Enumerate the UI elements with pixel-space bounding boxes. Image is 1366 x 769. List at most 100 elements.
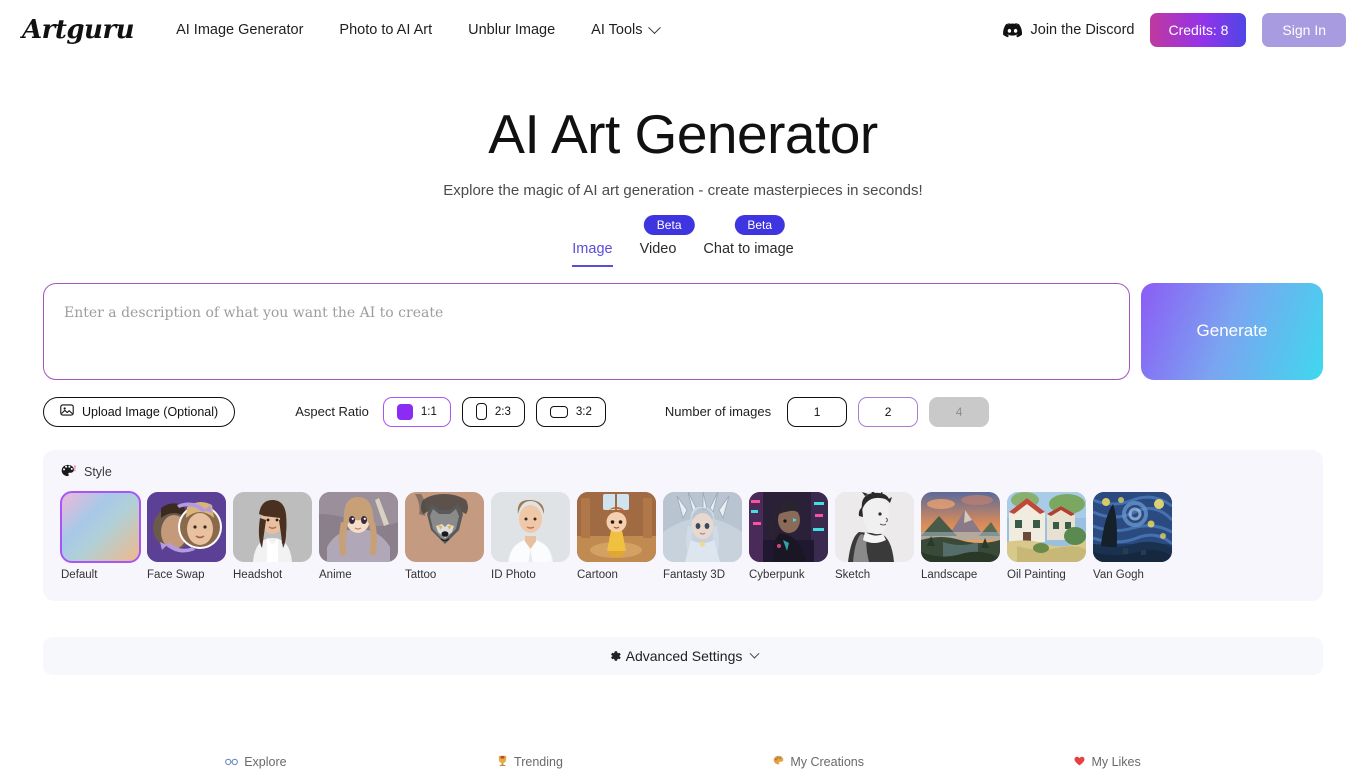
glasses-icon: [225, 755, 239, 769]
style-item-anime[interactable]: Anime: [319, 491, 398, 584]
portrait-icon: [475, 403, 487, 421]
style-item-label: Face Swap: [147, 568, 205, 581]
style-item-label: Anime: [319, 568, 352, 581]
square-icon: [396, 403, 413, 420]
sign-in-button[interactable]: Sign In: [1262, 13, 1346, 47]
page-title: AI Art Generator: [488, 103, 878, 165]
tab-label: Image: [572, 240, 613, 257]
style-item-van-gogh[interactable]: Van Gogh: [1093, 491, 1172, 584]
advanced-settings-toggle[interactable]: Advanced Settings: [43, 637, 1323, 676]
nav-item-ai-tools[interactable]: AI Tools: [591, 20, 661, 38]
style-thumbnail: [663, 491, 742, 562]
palette-icon: [61, 464, 76, 481]
tab-video[interactable]: Beta Video: [640, 214, 695, 267]
nav-item-ai-image-generator[interactable]: AI Image Generator: [176, 22, 303, 38]
style-item-label: Van Gogh: [1093, 568, 1144, 581]
style-thumbnail: [921, 491, 1000, 562]
style-thumbnail: [319, 491, 398, 562]
nav-label: Photo to AI Art: [339, 22, 433, 38]
number-of-images-label: Number of images: [664, 404, 772, 420]
image-upload-icon: [60, 403, 74, 420]
style-thumbnail: [835, 491, 914, 562]
nav-label: AI Tools: [591, 22, 643, 38]
image-count-4: 4: [929, 396, 990, 427]
image-count-1[interactable]: 1: [787, 396, 848, 427]
style-item-landscape[interactable]: Landscape: [921, 491, 1000, 584]
style-thumbnail: [577, 491, 656, 562]
bottom-nav-explore[interactable]: Explore: [225, 755, 287, 769]
style-item-id-photo[interactable]: ID Photo: [491, 491, 570, 584]
prompt-input[interactable]: [43, 282, 1130, 380]
style-panel: Style Default Face Swap Headshot Anime T…: [43, 449, 1323, 602]
join-discord-link[interactable]: Join the Discord: [1002, 22, 1135, 38]
style-item-label: Headshot: [233, 568, 283, 581]
advanced-settings-label: Advanced Settings: [625, 648, 743, 665]
hero-section: AI Art Generator Explore the magic of AI…: [0, 60, 1366, 199]
bottom-nav-label: Trending: [514, 755, 563, 769]
ratio-label: 1:1: [420, 405, 437, 418]
style-item-label: Cartoon: [577, 568, 618, 581]
ratio-label: 2:3: [494, 405, 511, 418]
style-item-cyberpunk[interactable]: Cyberpunk: [749, 491, 828, 584]
style-item-default[interactable]: Default: [60, 490, 141, 584]
style-thumbnail: [147, 491, 226, 562]
discord-icon: [1002, 22, 1022, 38]
aspect-ratio-2-3[interactable]: 2:3: [461, 396, 525, 427]
style-item-label: Fantasty 3D: [663, 568, 725, 581]
style-header: Style: [61, 464, 1305, 481]
heart-icon: [1074, 755, 1085, 769]
prompt-row: Generate: [0, 282, 1366, 380]
style-item-label: Sketch: [835, 568, 871, 581]
bottom-navigation: Explore Trending My Creations My Likes: [0, 755, 1366, 769]
tab-image[interactable]: Image: [572, 240, 613, 267]
style-item-label: Cyberpunk: [749, 568, 805, 581]
style-item-fantasty-3d[interactable]: Fantasty 3D: [663, 491, 742, 584]
aspect-ratio-group: 1:1 2:3 3:2: [382, 396, 606, 427]
chevron-down-icon: [749, 648, 760, 659]
image-count-2[interactable]: 2: [858, 396, 919, 427]
header-actions: Join the Discord Credits: 8 Sign In: [1002, 13, 1346, 47]
generate-button[interactable]: Generate: [1141, 282, 1323, 380]
tab-chat-to-image[interactable]: Beta Chat to image: [703, 214, 794, 267]
bottom-nav-my-likes[interactable]: My Likes: [1074, 755, 1141, 769]
top-header: Artguru AI Image Generator Photo to AI A…: [0, 0, 1366, 60]
bottom-nav-label: Explore: [244, 755, 287, 769]
style-item-headshot[interactable]: Headshot: [233, 491, 312, 584]
upload-label: Upload Image (Optional): [82, 404, 219, 419]
nav-item-unblur-image[interactable]: Unblur Image: [468, 22, 555, 38]
style-item-cartoon[interactable]: Cartoon: [577, 491, 656, 584]
credits-button[interactable]: Credits: 8: [1150, 13, 1247, 47]
aspect-ratio-label: Aspect Ratio: [295, 404, 369, 420]
mode-tabs: Image Beta Video Beta Chat to image: [0, 209, 1366, 267]
aspect-ratio-1-1[interactable]: 1:1: [382, 396, 451, 427]
trophy-icon: [497, 755, 508, 769]
style-item-sketch[interactable]: Sketch: [835, 491, 914, 584]
upload-image-button[interactable]: Upload Image (Optional): [43, 396, 236, 427]
style-item-face-swap[interactable]: Face Swap: [147, 491, 226, 584]
style-thumbnail: [233, 491, 312, 562]
main-navigation: AI Image Generator Photo to AI Art Unblu…: [176, 20, 661, 38]
nav-item-photo-to-ai-art[interactable]: Photo to AI Art: [339, 22, 432, 38]
bottom-nav-my-creations[interactable]: My Creations: [773, 755, 864, 769]
nav-label: AI Image Generator: [176, 22, 304, 38]
style-thumbnail: [60, 490, 141, 563]
style-item-label: ID Photo: [491, 568, 536, 581]
palette-icon: [773, 755, 784, 769]
style-thumbnail: [405, 491, 484, 562]
controls-row: Upload Image (Optional) Aspect Ratio 1:1…: [0, 396, 1366, 428]
style-label: Style: [84, 465, 112, 480]
landscape-icon: [549, 405, 568, 418]
style-item-oil-painting[interactable]: Oil Painting: [1007, 491, 1086, 584]
style-list: Default Face Swap Headshot Anime Tattoo …: [60, 490, 1305, 584]
style-item-tattoo[interactable]: Tattoo: [405, 491, 484, 584]
style-item-label: Oil Painting: [1007, 568, 1066, 581]
discord-label: Join the Discord: [1030, 22, 1135, 38]
bottom-nav-label: My Likes: [1091, 755, 1141, 769]
gear-icon: [608, 649, 622, 663]
brand-logo[interactable]: Artguru: [22, 15, 135, 45]
nav-label: Unblur Image: [468, 22, 556, 38]
bottom-nav-trending[interactable]: Trending: [497, 755, 563, 769]
style-thumbnail: [1093, 491, 1172, 562]
chevron-down-icon: [647, 20, 661, 34]
aspect-ratio-3-2[interactable]: 3:2: [535, 396, 606, 427]
